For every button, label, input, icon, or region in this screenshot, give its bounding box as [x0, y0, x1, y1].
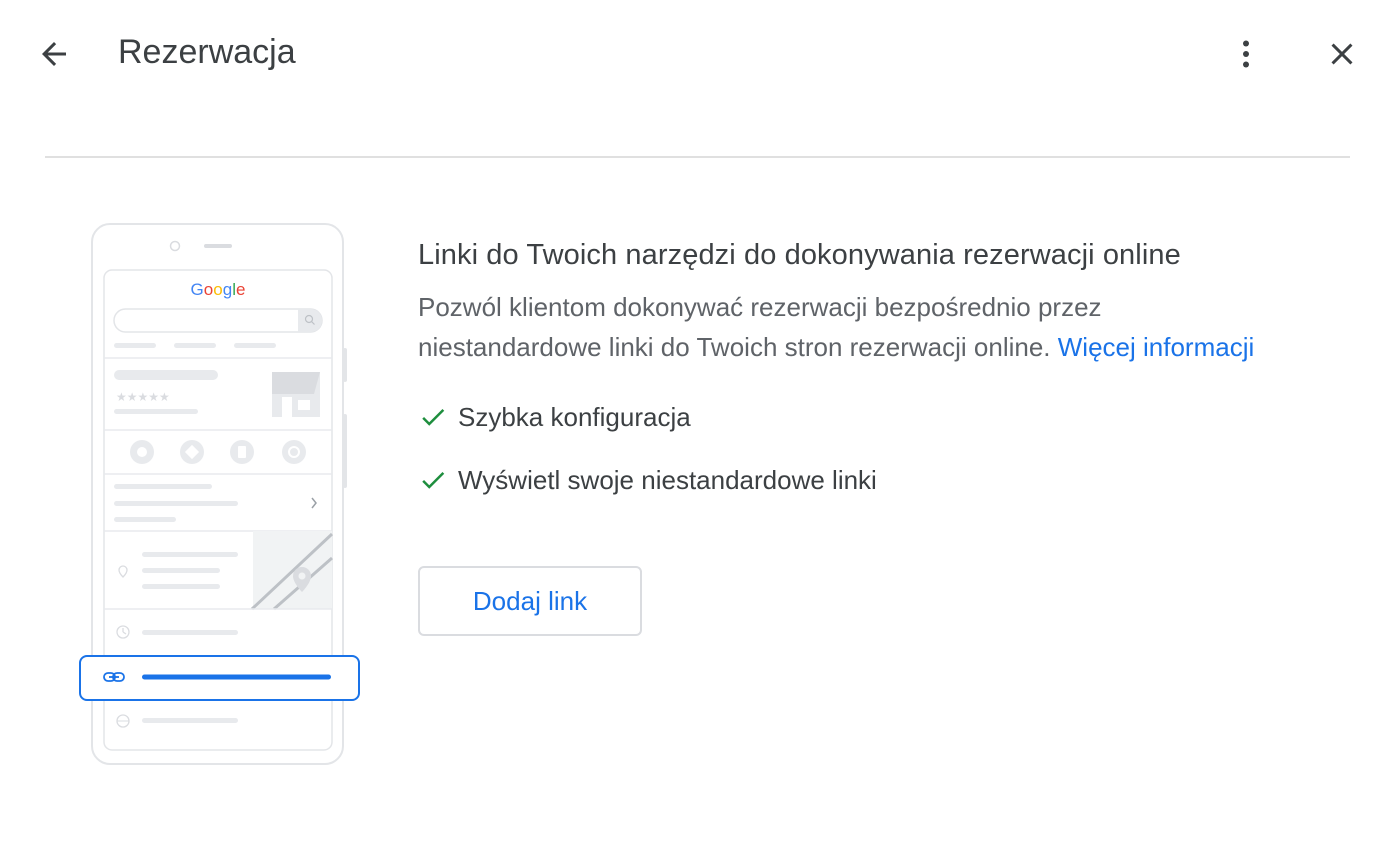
more-options-button[interactable] — [1222, 30, 1270, 78]
more-vert-icon — [1243, 40, 1249, 68]
learn-more-link[interactable]: Więcej informacji — [1058, 332, 1255, 362]
check-icon — [418, 465, 448, 495]
add-link-button[interactable]: Dodaj link — [418, 566, 642, 636]
feature-label: Szybka konfiguracja — [458, 401, 691, 432]
svg-text:★★★★★: ★★★★★ — [116, 390, 170, 404]
close-button[interactable] — [1318, 30, 1366, 78]
feature-label: Wyświetl swoje niestandardowe linki — [458, 464, 877, 495]
dialog-header: Rezerwacja — [0, 0, 1392, 110]
section-heading: Linki do Twoich narzędzi do dokonywania … — [418, 239, 1181, 271]
close-icon — [1331, 43, 1353, 65]
back-button[interactable] — [30, 30, 78, 78]
check-icon — [418, 402, 448, 432]
header-divider — [45, 156, 1350, 158]
feature-list: Szybka konfiguracja Wyświetl swoje niest… — [418, 397, 1338, 500]
feature-item: Wyświetl swoje niestandardowe linki — [418, 460, 1338, 500]
google-logo: Google — [191, 280, 246, 299]
page-title: Rezerwacja — [118, 33, 296, 71]
arrow-back-icon — [42, 42, 66, 66]
description-text: Pozwól klientom dokonywać rezerwacji bez… — [418, 292, 1102, 362]
section-description: Pozwól klientom dokonywać rezerwacji bez… — [418, 287, 1278, 367]
feature-item: Szybka konfiguracja — [418, 397, 1338, 437]
main-content: Linki do Twoich narzędzi do dokonywania … — [418, 236, 1338, 636]
phone-illustration: Google ★★★★★ — [78, 222, 368, 770]
phone-illustration-graphic: Google ★★★★★ — [79, 223, 360, 765]
